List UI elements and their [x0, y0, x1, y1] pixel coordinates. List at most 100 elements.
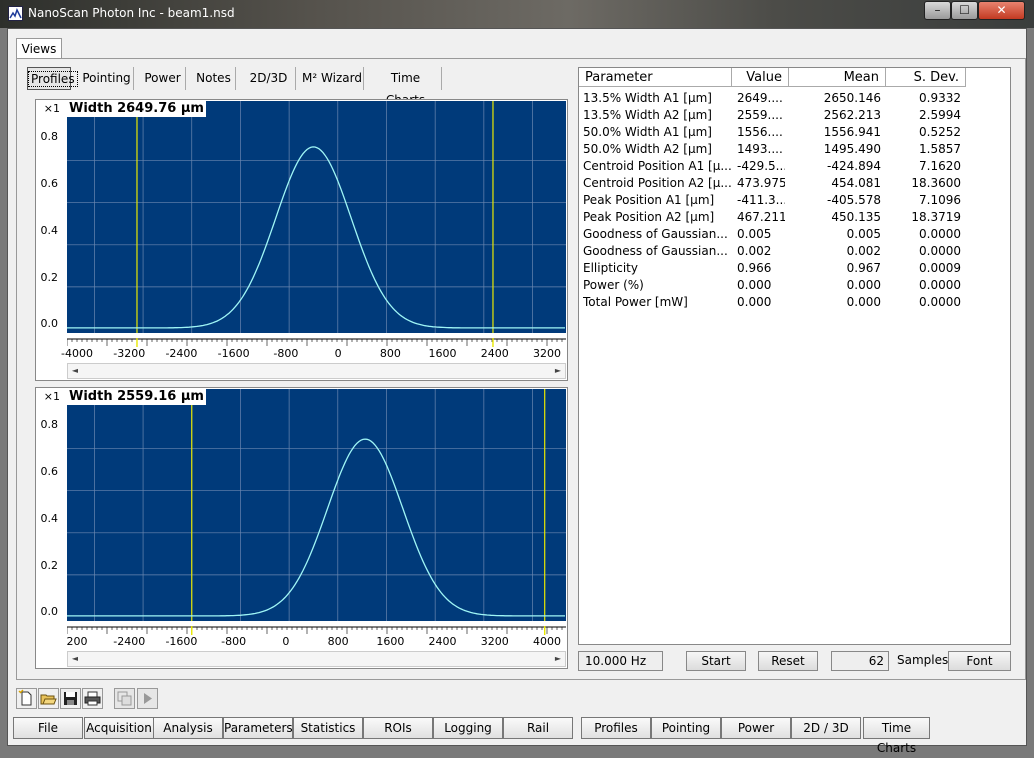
x-tick-label: -1600 [217, 347, 250, 360]
mean-cell: -424.894 [827, 159, 881, 173]
x-tick-label: 200 [66, 635, 88, 648]
view-button-profiles[interactable]: Profiles [581, 717, 651, 739]
stats-row: Ellipticity 0.966 0.967 0.0009 [579, 260, 1012, 277]
profile-svg [67, 101, 566, 333]
sdev-cell: 0.9332 [919, 91, 961, 105]
x-tick-label: -800 [221, 635, 247, 648]
scale-label: ×1 [43, 102, 60, 115]
mean-cell: 0.967 [846, 261, 881, 275]
reset-button[interactable]: Reset [758, 651, 818, 671]
mean-cell: 0.000 [846, 278, 881, 292]
title-bar[interactable]: NanoScan Photon Inc - beam1.nsd – ☐ ✕ [0, 0, 1034, 28]
view-button-pointing[interactable]: Pointing [651, 717, 721, 739]
scroll-right-icon[interactable]: ► [551, 364, 565, 378]
open-folder-icon[interactable] [38, 688, 59, 709]
parameter-cell: Total Power [mW] [583, 295, 688, 309]
mean-cell: 0.000 [846, 295, 881, 309]
y-tick-label: 0.2 [40, 559, 59, 572]
sdev-cell: 0.5252 [919, 125, 961, 139]
parameter-cell: Centroid Position A2 [µ... [583, 176, 732, 190]
profile-svg [67, 389, 566, 621]
sdev-cell: 18.3719 [911, 210, 961, 224]
x-tick-label: 0 [282, 635, 290, 648]
parameter-cell: Goodness of Gaussian... [583, 244, 728, 258]
maximize-button[interactable]: ☐ [951, 1, 978, 20]
tab-2d3d[interactable]: 2D/3D [242, 67, 296, 90]
font-button[interactable]: Font [948, 651, 1011, 671]
scroll-left-icon[interactable]: ◄ [68, 364, 82, 378]
save-icon[interactable] [60, 688, 81, 709]
tab-power[interactable]: Power [140, 67, 186, 90]
value-cell: 0.000 [737, 295, 772, 309]
value-cell: 0.966 [737, 261, 772, 275]
sdev-cell: 0.0000 [919, 278, 961, 292]
window-title: NanoScan Photon Inc - beam1.nsd [28, 6, 235, 20]
copy-icon[interactable] [114, 688, 135, 709]
y-tick-label: 0.6 [40, 177, 59, 190]
value-cell: 0.000 [737, 278, 772, 292]
stats-row: 50.0% Width A1 [µm] 1556.... 1556.941 0.525… [579, 124, 1012, 141]
y-tick-label: 0.2 [40, 271, 59, 284]
views-tab[interactable]: Views [16, 38, 62, 59]
tab-time-charts[interactable]: Time Charts [370, 67, 442, 107]
rate-display: 10.000 Hz [578, 651, 663, 671]
x-tick-label: 2400 [480, 347, 509, 360]
y-tick-label: 0.8 [40, 130, 59, 143]
start-button[interactable]: Start [686, 651, 746, 671]
mean-cell: 0.002 [846, 244, 881, 258]
sdev-cell: 1.5857 [919, 142, 961, 156]
samples-label: Samples [897, 653, 949, 667]
tab-profiles-label: Profiles [28, 71, 78, 87]
close-button[interactable]: ✕ [978, 1, 1025, 20]
samples-input[interactable]: 62 [831, 651, 889, 671]
width-label: Width 2649.76 µm [67, 101, 206, 117]
horizontal-scrollbar[interactable]: ◄ ► [67, 363, 566, 379]
scroll-left-icon[interactable]: ◄ [68, 652, 82, 666]
profile-curve [67, 438, 565, 617]
new-file-icon[interactable] [16, 688, 37, 709]
x-tick-label: -800 [273, 347, 299, 360]
minimize-button[interactable]: – [924, 1, 951, 20]
column-header[interactable]: S. Dev. [886, 68, 966, 87]
parameter-cell: 50.0% Width A1 [µm] [583, 125, 712, 139]
bottom-button-parameters[interactable]: Parameters [223, 717, 293, 739]
stats-row: Peak Position A1 [µm] -411.3... -405.578 7.… [579, 192, 1012, 209]
bottom-button-file[interactable]: File [13, 717, 83, 739]
bottom-button-analysis[interactable]: Analysis [153, 717, 223, 739]
scroll-right-icon[interactable]: ► [551, 652, 565, 666]
mean-cell: 1495.490 [823, 142, 881, 156]
bottom-button-statistics[interactable]: Statistics [293, 717, 363, 739]
column-header[interactable]: Mean [789, 68, 886, 87]
mean-cell: 2562.213 [823, 108, 881, 122]
parameter-cell: Peak Position A1 [µm] [583, 193, 715, 207]
x-tick-label: 3200 [533, 347, 561, 360]
print-icon[interactable] [82, 688, 103, 709]
parameter-cell: Peak Position A2 [µm] [583, 210, 715, 224]
sdev-cell: 7.1096 [919, 193, 961, 207]
value-cell: -411.3... [737, 193, 785, 207]
horizontal-scrollbar[interactable]: ◄ ► [67, 651, 566, 667]
mean-cell: 0.005 [846, 227, 881, 241]
tab-m2-wizard[interactable]: M² Wizard [301, 67, 364, 90]
mean-cell: -405.578 [827, 193, 881, 207]
view-button-power[interactable]: Power [721, 717, 791, 739]
y-tick-label: 0.4 [40, 224, 59, 237]
view-button-time-charts[interactable]: Time Charts [863, 717, 930, 755]
mean-cell: 454.081 [831, 176, 881, 190]
tab-notes[interactable]: Notes [192, 67, 236, 90]
value-cell: 0.005 [737, 227, 772, 241]
x-tick-label: 1600 [376, 635, 405, 648]
sdev-cell: 18.3600 [911, 176, 961, 190]
bottom-button-rail[interactable]: Rail [503, 717, 573, 739]
bottom-button-rois[interactable]: ROIs [363, 717, 433, 739]
stats-row: Centroid Position A1 [µ... -429.5... -424.… [579, 158, 1012, 175]
bottom-button-logging[interactable]: Logging [433, 717, 503, 739]
column-header[interactable]: Value [732, 68, 789, 87]
view-button-2d-3d[interactable]: 2D / 3D [791, 717, 861, 739]
stats-row: Total Power [mW] 0.000 0.000 0.0000 [579, 294, 1012, 311]
tab-pointing[interactable]: Pointing [80, 67, 134, 90]
tab-profiles[interactable]: Profiles [27, 67, 78, 90]
play-icon[interactable] [137, 688, 158, 709]
column-header[interactable]: Parameter [579, 68, 732, 87]
bottom-button-acquisition[interactable]: Acquisition [84, 717, 154, 739]
